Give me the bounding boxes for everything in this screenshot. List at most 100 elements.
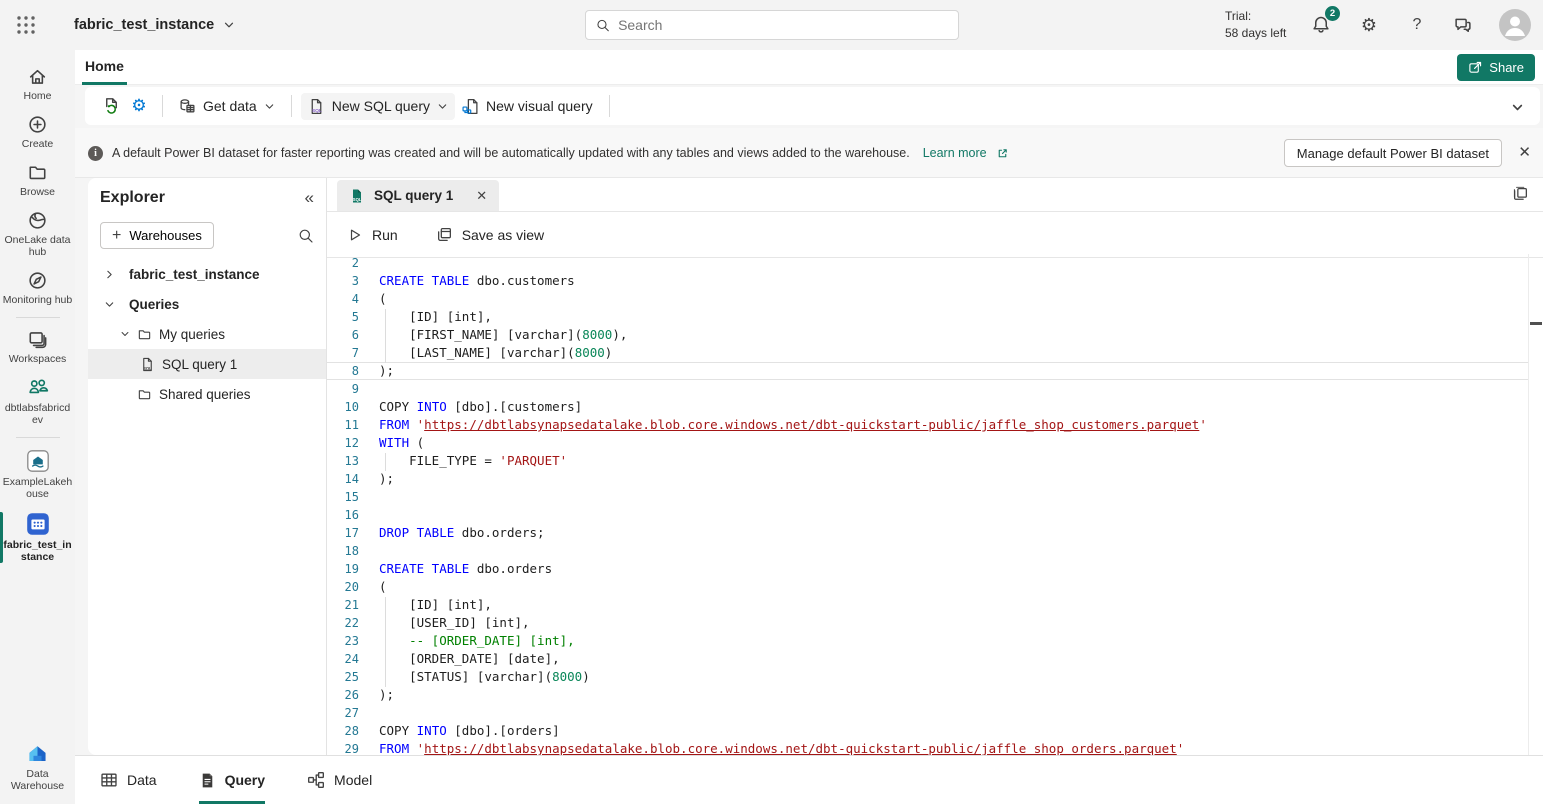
add-warehouses-button[interactable]: + Warehouses (100, 222, 214, 249)
tree-item-sql-query-1[interactable]: SQL SQL query 1 (88, 349, 326, 379)
collapse-panel-icon[interactable]: « (305, 188, 314, 208)
tree-item-shared-queries[interactable]: Shared queries (88, 379, 326, 409)
code-line-12[interactable]: 12WITH ( (327, 434, 1529, 452)
rail-item-monitoring-hub[interactable]: Monitoring hub (0, 264, 75, 312)
code-line-2[interactable]: 2 (327, 254, 1529, 272)
manage-default-dataset-button[interactable]: Manage default Power BI dataset (1284, 139, 1502, 167)
rail-divider (16, 437, 60, 438)
code-line-26[interactable]: 26); (327, 686, 1529, 704)
refresh-button[interactable] (97, 92, 125, 120)
rail-item-browse[interactable]: Browse (0, 156, 75, 204)
line-number: 10 (327, 398, 359, 416)
code-line-7[interactable]: 7 [LAST_NAME] [varchar](8000) (327, 344, 1529, 362)
chevron-down-icon (437, 101, 448, 112)
toolbar-overflow-chevron-icon[interactable] (1511, 101, 1524, 114)
code-line-21[interactable]: 21 [ID] [int], (327, 596, 1529, 614)
code-line-22[interactable]: 22 [USER_ID] [int], (327, 614, 1529, 632)
code-line-28[interactable]: 28COPY INTO [dbo].[orders] (327, 722, 1529, 740)
share-icon (1468, 60, 1483, 75)
rail-item-label: Monitoring hub (3, 294, 72, 306)
search-box[interactable] (585, 10, 959, 40)
rail-item-home[interactable]: Home (0, 60, 75, 108)
rail-item-create[interactable]: Create (0, 108, 75, 156)
code-line-16[interactable]: 16 (327, 506, 1529, 524)
rail-item-workspaces[interactable]: Workspaces (0, 323, 75, 371)
main-content: Explorer « + Warehouses fabric_test_inst… (75, 178, 1543, 755)
code-line-3[interactable]: 3CREATE TABLE dbo.customers (327, 272, 1529, 290)
workspace-switcher[interactable]: fabric_test_instance (74, 0, 235, 50)
rail-item-dbtlabsfabricdev[interactable]: dbtlabsfabricdev (0, 371, 75, 432)
gear-icon: ⚙ (1361, 15, 1377, 36)
new-visual-query-label: New visual query (486, 98, 593, 114)
notifications-button[interactable]: 2 (1308, 12, 1334, 38)
line-code: CREATE TABLE dbo.orders (379, 560, 552, 578)
code-line-14[interactable]: 14); (327, 470, 1529, 488)
code-line-15[interactable]: 15 (327, 488, 1529, 506)
indent-guide (379, 615, 409, 630)
banner-close-icon[interactable]: ✕ (1518, 145, 1531, 160)
line-number: 26 (327, 686, 359, 704)
code-line-25[interactable]: 25 [STATUS] [varchar](8000) (327, 668, 1529, 686)
code-area[interactable]: 23CREATE TABLE dbo.customers4(5 [ID] [in… (327, 254, 1529, 755)
get-data-button[interactable]: Get data (172, 93, 282, 120)
share-button[interactable]: Share (1457, 54, 1535, 81)
editor-scrollbar[interactable] (1528, 254, 1529, 755)
line-number: 6 (327, 326, 359, 344)
feedback-button[interactable] (1450, 12, 1476, 38)
settings-toolbar-button[interactable]: ⚙ (125, 92, 153, 120)
search-icon[interactable] (298, 228, 314, 244)
code-line-9[interactable]: 9 (327, 380, 1529, 398)
tab-sql-query-1[interactable]: SQL SQL query 1 ✕ (337, 180, 499, 211)
code-line-13[interactable]: 13 FILE_TYPE = 'PARQUET' (327, 452, 1529, 470)
code-line-10[interactable]: 10 COPY INTO [dbo].[customers] (327, 398, 1529, 416)
tab-data[interactable]: Data (100, 756, 157, 804)
query-toolbar: Run Save as view (327, 212, 1543, 258)
help-button[interactable]: ? (1404, 12, 1430, 38)
tree-item-root-warehouse[interactable]: fabric_test_instance (88, 259, 326, 289)
monitoring-compass-icon (27, 270, 48, 291)
new-sql-query-button[interactable]: SQL New SQL query (301, 93, 455, 120)
code-line-20[interactable]: 20( (327, 578, 1529, 596)
code-line-27[interactable]: 27 (327, 704, 1529, 722)
rail-item-examplelakehouse[interactable]: ExampleLakehouse (0, 443, 75, 506)
rail-item-data-warehouse[interactable]: Data Warehouse (0, 736, 75, 798)
tree-item-queries[interactable]: Queries (88, 289, 326, 319)
home-icon (27, 66, 48, 87)
code-line-6[interactable]: 6 [FIRST_NAME] [varchar](8000), (327, 326, 1529, 344)
tree-item-my-queries[interactable]: My queries (88, 319, 326, 349)
tab-model[interactable]: Model (307, 756, 372, 804)
search-input[interactable] (618, 17, 948, 33)
tab-model-label: Model (334, 772, 372, 788)
code-line-4[interactable]: 4( (327, 290, 1529, 308)
avatar[interactable] (1499, 9, 1531, 41)
get-data-label: Get data (203, 98, 257, 114)
code-line-18[interactable]: 18 (327, 542, 1529, 560)
new-visual-query-button[interactable]: New visual query (455, 93, 600, 120)
line-code: COPY INTO [dbo].[customers] (379, 398, 582, 416)
code-line-8[interactable]: 8); (327, 362, 1529, 380)
rail-item-fabric-test-instance[interactable]: fabric_test_instance (0, 506, 75, 569)
tab-home[interactable]: Home (82, 50, 127, 85)
rail-item-onelake-data-hub[interactable]: OneLake data hub (0, 204, 75, 264)
code-line-29[interactable]: 29FROM 'https://dbtlabsynapsedatalake.bl… (327, 740, 1529, 755)
code-line-17[interactable]: 17DROP TABLE dbo.orders; (327, 524, 1529, 542)
run-button[interactable]: Run (347, 227, 398, 243)
svg-text:SQL: SQL (143, 365, 152, 370)
learn-more-link[interactable]: Learn more (923, 146, 987, 160)
code-line-19[interactable]: 19CREATE TABLE dbo.orders (327, 560, 1529, 578)
chevron-right-icon (104, 269, 115, 280)
settings-button[interactable]: ⚙ (1356, 12, 1382, 38)
trial-label: Trial: (1225, 8, 1286, 25)
app-launcher-icon[interactable] (16, 15, 36, 35)
code-line-23[interactable]: 23 -- [ORDER_DATE] [int], (327, 632, 1529, 650)
copy-icon[interactable] (1512, 186, 1529, 203)
code-line-24[interactable]: 24 [ORDER_DATE] [date], (327, 650, 1529, 668)
line-number: 18 (327, 542, 359, 560)
code-line-5[interactable]: 5 [ID] [int], (327, 308, 1529, 326)
save-as-view-button[interactable]: Save as view (436, 226, 544, 243)
scrollbar-cursor-marker (1530, 322, 1542, 325)
close-tab-icon[interactable]: ✕ (476, 189, 487, 202)
code-line-11[interactable]: 11FROM 'https://dbtlabsynapsedatalake.bl… (327, 416, 1529, 434)
tab-query[interactable]: Query (199, 756, 265, 804)
ribbon-tab-row: Home Share (75, 50, 1543, 85)
